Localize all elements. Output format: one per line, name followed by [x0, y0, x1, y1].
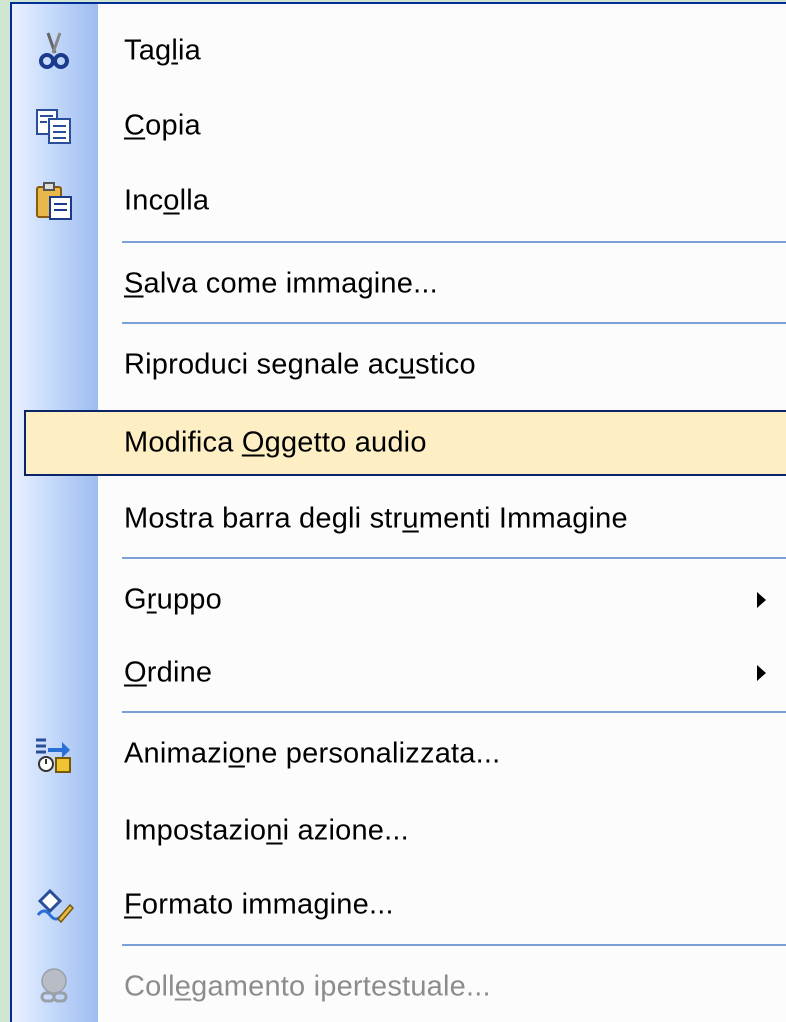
menu-item-group[interactable]: Gruppo	[12, 567, 786, 633]
menu-item-show-picture-toolbar[interactable]: Mostra barra degli strumenti Immagine	[12, 486, 786, 552]
menu-separator	[122, 711, 786, 713]
menu-item-label: Taglia	[124, 34, 201, 67]
copy-icon	[34, 106, 74, 146]
menu-item-paste[interactable]: Incolla	[12, 168, 786, 234]
menu-item-save-as-picture[interactable]: Salva come immagine...	[12, 251, 786, 317]
menu-item-edit-sound-object[interactable]: Modifica Oggetto audio	[24, 410, 786, 476]
menu-item-label: Gruppo	[124, 583, 222, 616]
format-picture-icon	[34, 885, 75, 925]
hyperlink-icon	[34, 967, 74, 1007]
menu-item-order[interactable]: Ordine	[12, 640, 786, 706]
paste-icon	[34, 181, 74, 221]
custom-animation-icon	[34, 734, 74, 774]
menu-item-label: Collegamento ipertestuale...	[124, 970, 491, 1003]
menu-item-label: Impostazioni azione...	[124, 814, 409, 847]
menu-item-action-settings[interactable]: Impostazioni azione...	[12, 798, 786, 864]
menu-item-play-sound[interactable]: Riproduci segnale acustico	[12, 332, 786, 398]
menu-separator	[122, 241, 786, 243]
menu-item-label: Riproduci segnale acustico	[124, 348, 476, 381]
menu-item-format-picture[interactable]: Formato immagine...	[12, 872, 786, 938]
menu-item-hyperlink: Collegamento ipertestuale...	[12, 954, 786, 1020]
menu-item-label: Incolla	[124, 184, 210, 217]
menu-item-label: Salva come immagine...	[124, 267, 438, 300]
menu-item-label: Ordine	[124, 656, 213, 689]
submenu-arrow-icon	[757, 592, 766, 608]
menu-item-copy[interactable]: Copia	[12, 93, 786, 159]
menu-separator	[122, 322, 786, 324]
menu-item-cut[interactable]: Taglia	[12, 18, 786, 84]
menu-separator	[122, 557, 786, 559]
submenu-arrow-icon	[757, 665, 766, 681]
menu-item-label: Mostra barra degli strumenti Immagine	[124, 502, 628, 535]
scissors-icon	[34, 31, 74, 71]
menu-item-label: Modifica Oggetto audio	[124, 426, 427, 459]
menu-item-label: Animazione personalizzata...	[124, 737, 501, 770]
menu-item-custom-animation[interactable]: Animazione personalizzata...	[12, 721, 786, 787]
context-menu: Taglia Copia Incolla Salva come immagine…	[10, 2, 786, 1022]
menu-item-label: Formato immagine...	[124, 888, 394, 921]
menu-separator	[122, 944, 786, 946]
menu-item-label: Copia	[124, 109, 201, 142]
